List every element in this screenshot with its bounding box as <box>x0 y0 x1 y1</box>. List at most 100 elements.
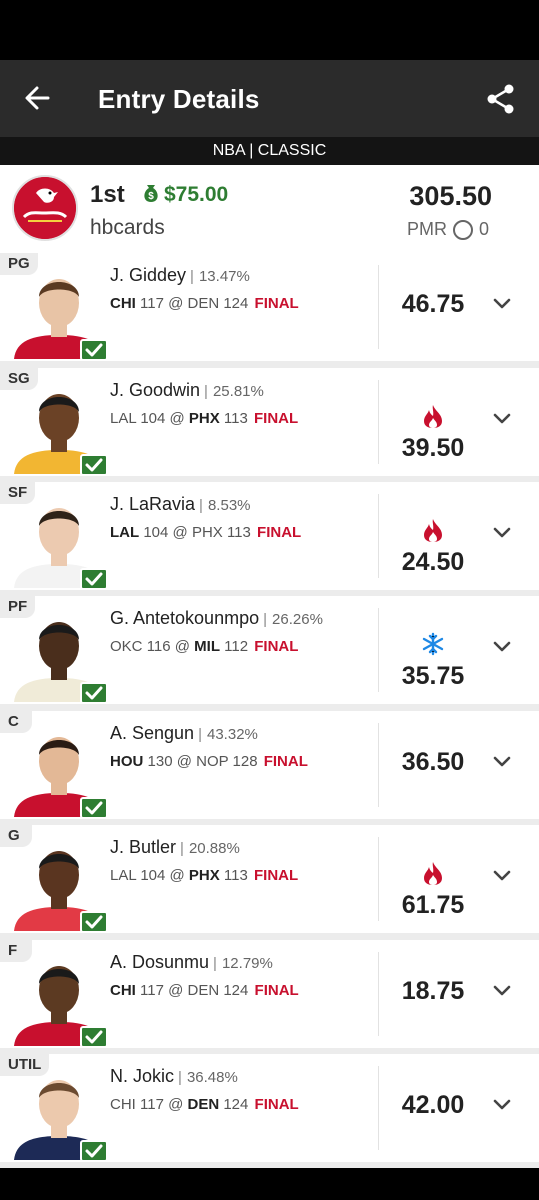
away-score: 117 <box>140 295 164 312</box>
fantasy-points: 18.75 <box>401 977 465 1005</box>
chevron-down-icon[interactable] <box>492 526 512 540</box>
game-line: LAL 104 @ PHX 113 FINAL <box>110 524 302 541</box>
fantasy-points: 61.75 <box>401 891 465 919</box>
player-name-line[interactable]: J. Butler | 20.88% <box>110 837 240 858</box>
ownership-percent: 36.48% <box>186 1069 238 1086</box>
game-status: FINAL <box>254 638 299 655</box>
player-name: J. LaRavia <box>110 494 196 514</box>
total-points: 305.50 <box>409 181 492 211</box>
app-bar: Entry Details <box>0 60 539 137</box>
arrow-left-icon <box>25 86 50 110</box>
home-score: 112 <box>224 638 249 655</box>
fantasy-points: 39.50 <box>401 434 465 462</box>
check-icon <box>80 797 108 819</box>
separator: | <box>263 611 268 628</box>
hot-streak-icon <box>424 405 442 428</box>
separator: | <box>204 383 208 400</box>
chevron-down-icon[interactable] <box>492 984 512 998</box>
check-icon <box>80 1026 108 1048</box>
player-name: N. Jokic <box>110 1066 175 1086</box>
home-score: 113 <box>226 524 251 541</box>
away-team: OKC <box>110 638 143 655</box>
lineup-list: PG J. Giddey | 13.47% CHI 117 @ DEN 124 FIN… <box>0 253 539 1168</box>
system-nav-bar <box>0 1168 539 1200</box>
divider <box>378 265 379 349</box>
game-status: FINAL <box>254 982 299 999</box>
fantasy-points: 35.75 <box>401 662 465 690</box>
player-name-line[interactable]: G. Antetokounmpo | 26.26% <box>110 608 323 629</box>
fantasy-points: 42.00 <box>401 1091 465 1119</box>
player-row[interactable]: PF G. Antetokounmpo | 26.26% OKC 116 @ MIL … <box>0 596 539 704</box>
chevron-down-icon[interactable] <box>492 297 512 311</box>
check-icon <box>80 454 108 476</box>
chevron-down-icon[interactable] <box>492 412 512 426</box>
away-score: 104 <box>140 410 166 427</box>
ownership-percent: 26.26% <box>272 611 323 628</box>
pmr-indicator: PMR 0 <box>407 219 489 240</box>
separator: | <box>180 840 184 857</box>
game-line: LAL 104 @ PHX 113 FINAL <box>110 410 299 427</box>
player-name-line[interactable]: J. Giddey | 13.47% <box>110 265 250 286</box>
chevron-down-icon[interactable] <box>492 640 512 654</box>
away-team: CHI <box>110 982 136 999</box>
svg-text:$: $ <box>148 191 154 202</box>
check-icon <box>80 911 108 933</box>
player-row[interactable]: PG J. Giddey | 13.47% CHI 117 @ DEN 124 FIN… <box>0 253 539 361</box>
contest-type-label: NBA | CLASSIC <box>0 137 539 165</box>
away-score: 104 <box>143 524 169 541</box>
divider <box>378 952 379 1036</box>
separator: | <box>178 1069 182 1086</box>
check-icon <box>80 339 108 361</box>
player-name-line[interactable]: A. Dosunmu | 12.79% <box>110 952 273 973</box>
home-team: DEN <box>187 295 220 312</box>
back-button[interactable] <box>20 80 56 116</box>
away-team: LAL <box>110 410 137 427</box>
player-name-line[interactable]: A. Sengun | 43.32% <box>110 723 258 744</box>
cold-streak-icon <box>422 632 444 656</box>
check-icon <box>80 682 108 704</box>
game-line: OKC 116 @ MIL 112 FINAL <box>110 638 299 655</box>
pmr-label: PMR <box>407 219 447 239</box>
game-line: CHI 117 @ DEN 124 FINAL <box>110 295 299 312</box>
player-row[interactable]: SF J. LaRavia | 8.53% LAL 104 @ PHX 113 FIN… <box>0 482 539 590</box>
money-bag-icon: $ <box>144 185 158 202</box>
player-row[interactable]: F A. Dosunmu | 12.79% CHI 117 @ DEN 124 FIN… <box>0 940 539 1048</box>
player-row[interactable]: G J. Butler | 20.88% LAL 104 @ PHX 113 FINA… <box>0 825 539 933</box>
divider <box>378 494 379 578</box>
game-line: LAL 104 @ PHX 113 FINAL <box>110 867 299 884</box>
game-status: FINAL <box>257 524 302 541</box>
home-team: DEN <box>187 982 220 999</box>
divider <box>378 608 379 692</box>
pmr-progress-icon <box>453 219 473 240</box>
entry-summary: 1st $ $75.00 hbcards 305.50 PMR 0 <box>0 165 539 253</box>
game-line: HOU 130 @ NOP 128 FINAL <box>110 753 308 770</box>
ownership-percent: 13.47% <box>198 268 250 285</box>
home-score: 113 <box>223 867 248 884</box>
player-name-line[interactable]: J. LaRavia | 8.53% <box>110 494 251 515</box>
ownership-percent: 20.88% <box>188 840 240 857</box>
page-title: Entry Details <box>98 84 260 114</box>
player-row[interactable]: SG J. Goodwin | 25.81% LAL 104 @ PHX 113 FI… <box>0 368 539 476</box>
chevron-down-icon[interactable] <box>492 869 512 883</box>
fantasy-points: 46.75 <box>401 290 465 318</box>
player-row[interactable]: UTIL N. Jokic | 36.48% CHI 117 @ DEN 124 FI… <box>0 1054 539 1162</box>
away-team: CHI <box>110 295 136 312</box>
fantasy-points: 36.50 <box>401 748 465 776</box>
chevron-down-icon[interactable] <box>492 755 512 769</box>
home-score: 124 <box>223 295 249 312</box>
separator: | <box>198 726 202 743</box>
game-status: FINAL <box>254 867 299 884</box>
player-name-line[interactable]: J. Goodwin | 25.81% <box>110 380 264 401</box>
chevron-down-icon[interactable] <box>492 1098 512 1112</box>
ownership-percent: 43.32% <box>207 726 258 743</box>
player-name: J. Butler <box>110 837 177 857</box>
game-status: FINAL <box>254 295 299 312</box>
player-name-line[interactable]: N. Jokic | 36.48% <box>110 1066 238 1087</box>
divider <box>378 723 379 807</box>
ownership-percent: 12.79% <box>221 955 273 972</box>
pmr-value: 0 <box>479 219 490 239</box>
hot-streak-icon <box>424 519 442 542</box>
player-row[interactable]: C A. Sengun | 43.32% HOU 130 @ NOP 128 FINA… <box>0 711 539 819</box>
share-button[interactable] <box>484 82 518 116</box>
ownership-percent: 25.81% <box>212 383 264 400</box>
